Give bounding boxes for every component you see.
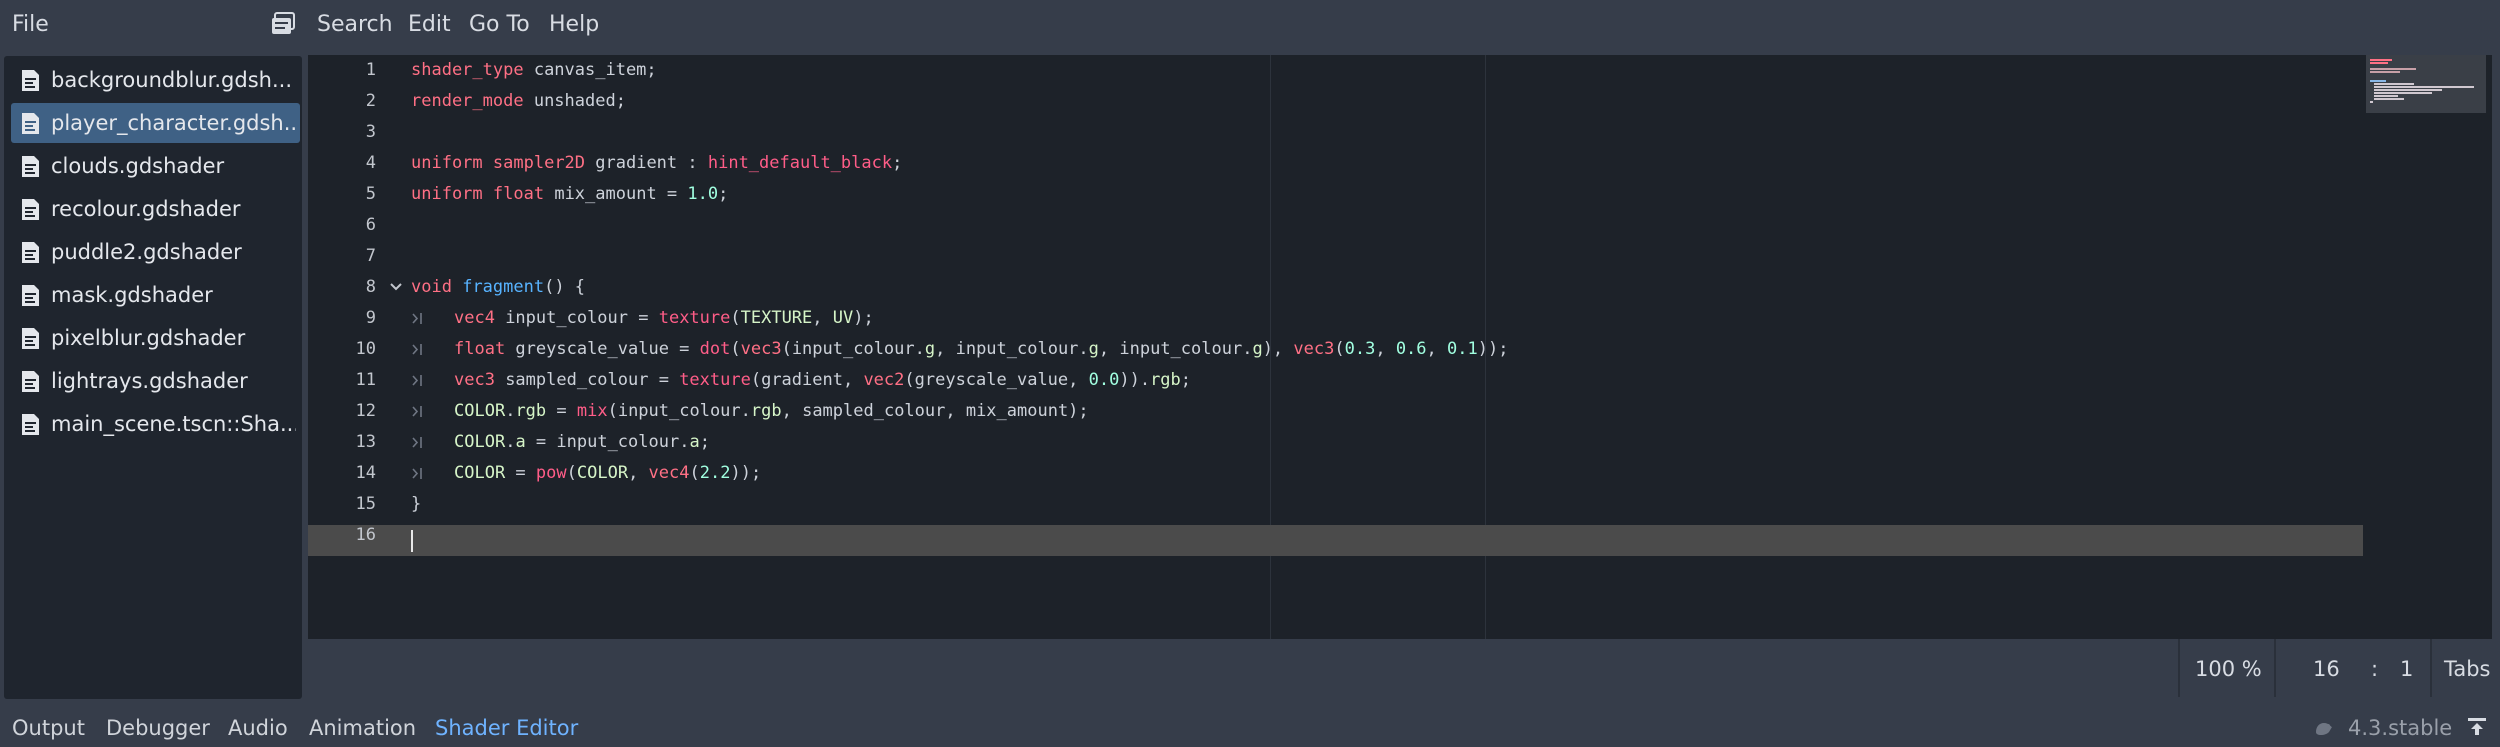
tab-audio[interactable]: Audio (228, 713, 288, 743)
menu-help[interactable]: Help (549, 10, 599, 40)
pin-panel-icon[interactable] (2466, 715, 2488, 737)
update-spinner-icon[interactable] (2313, 717, 2335, 739)
file-name: lightrays.gdshader (51, 369, 248, 393)
scripts-panel-toggle-icon[interactable] (270, 11, 296, 37)
line-number: 9 (365, 308, 376, 328)
cursor-line: 16 (2313, 657, 2340, 681)
file-name: player_character.gdsh... (51, 111, 296, 135)
tab-debugger[interactable]: Debugger (106, 713, 210, 743)
bottom-panel-tabs: Output Debugger Audio Animation Shader E… (0, 703, 2500, 747)
indent-mode[interactable]: Tabs (2444, 654, 2491, 684)
code-line: COLOR.rgb = mix(input_colour.rgb, sample… (454, 401, 1089, 421)
tab-shader-editor[interactable]: Shader Editor (435, 713, 578, 743)
file-item[interactable]: lightrays.gdshader (11, 361, 300, 401)
code-line: render_mode unshaded; (411, 91, 626, 111)
code-line: vec4 input_colour = texture(TEXTURE, UV)… (454, 308, 874, 328)
code-line: void fragment() { (411, 277, 586, 297)
code-line: vec3 sampled_colour = texture(gradient, … (454, 370, 1192, 390)
line-number: 12 (355, 401, 376, 421)
text-file-icon (21, 69, 40, 92)
file-item[interactable]: pixelblur.gdshader (11, 318, 300, 358)
file-item-selected[interactable]: player_character.gdsh... (11, 103, 300, 143)
line-number: 16 (355, 525, 376, 545)
cursor-separator: : (2371, 657, 2379, 681)
status-divider (2178, 639, 2180, 697)
tab-output[interactable]: Output (12, 713, 85, 743)
file-name: main_scene.tscn::Sha... (51, 412, 296, 436)
text-file-icon (21, 284, 40, 307)
code-editor[interactable]: 1 2 3 4 5 6 7 8 9 10 11 12 13 14 15 16 s… (308, 55, 2492, 639)
text-file-icon (21, 370, 40, 393)
file-name: puddle2.gdshader (51, 240, 242, 264)
file-item[interactable]: puddle2.gdshader (11, 232, 300, 272)
menu-edit[interactable]: Edit (408, 10, 451, 40)
line-number: 4 (365, 153, 376, 173)
text-file-icon (21, 155, 40, 178)
code-line: COLOR.a = input_colour.a; (454, 432, 710, 452)
text-caret (411, 530, 413, 552)
line-number: 8 (365, 277, 376, 297)
file-name: clouds.gdshader (51, 154, 225, 178)
line-number: 11 (355, 370, 376, 390)
file-item[interactable]: main_scene.tscn::Sha... (11, 404, 300, 444)
file-item[interactable]: recolour.gdshader (11, 189, 300, 229)
text-file-icon (21, 112, 40, 135)
zoom-level[interactable]: 100 % (2195, 654, 2262, 684)
menu-file[interactable]: File (12, 10, 49, 40)
tab-indent-icon (411, 427, 427, 458)
text-file-icon (21, 413, 40, 436)
code-line: uniform sampler2D gradient : hint_defaul… (411, 153, 903, 173)
cursor-column: 1 (2400, 657, 2414, 681)
menu-bar: File Search Edit Go To Help (0, 0, 2500, 50)
line-number: 10 (355, 339, 376, 359)
shader-file-list: backgroundblur.gdsh... player_character.… (4, 56, 302, 699)
line-number: 7 (365, 246, 376, 266)
tab-indent-icon (411, 303, 427, 334)
file-name: pixelblur.gdshader (51, 326, 246, 350)
tab-animation[interactable]: Animation (309, 713, 416, 743)
code-line: } (411, 494, 422, 514)
tab-indent-icon (411, 396, 427, 427)
line-number: 3 (365, 122, 376, 142)
line-number: 15 (355, 494, 376, 514)
text-file-icon (21, 241, 40, 264)
line-number: 13 (355, 432, 376, 452)
file-name: mask.gdshader (51, 283, 213, 307)
line-number: 6 (365, 215, 376, 235)
code-line: uniform float mix_amount = 1.0; (411, 184, 729, 204)
code-line: COLOR = pow(COLOR, vec4(2.2)); (454, 463, 762, 483)
line-number: 14 (355, 463, 376, 483)
file-name: backgroundblur.gdsh... (51, 68, 292, 92)
tab-indent-icon (411, 458, 427, 489)
current-line-highlight (308, 525, 2363, 556)
file-name: recolour.gdshader (51, 197, 241, 221)
editor-status-bar: 100 % 16 : 1 Tabs (308, 639, 2492, 699)
line-number: 1 (365, 60, 376, 80)
engine-version: 4.3.stable (2348, 716, 2453, 740)
status-divider (2430, 639, 2432, 697)
tab-indent-icon (411, 334, 427, 365)
status-divider (2274, 639, 2276, 697)
code-line: float greyscale_value = dot(vec3(input_c… (454, 339, 1509, 359)
file-item[interactable]: mask.gdshader (11, 275, 300, 315)
file-item[interactable]: clouds.gdshader (11, 146, 300, 186)
code-minimap[interactable] (2366, 55, 2486, 113)
file-item[interactable]: backgroundblur.gdsh... (11, 60, 300, 100)
code-line: shader_type canvas_item; (411, 60, 657, 80)
text-file-icon (21, 198, 40, 221)
chevron-down-icon[interactable] (388, 272, 404, 303)
menu-go-to[interactable]: Go To (469, 10, 530, 40)
text-file-icon (21, 327, 40, 350)
menu-search[interactable]: Search (317, 10, 393, 40)
tab-indent-icon (411, 365, 427, 396)
line-number: 5 (365, 184, 376, 204)
line-number: 2 (365, 91, 376, 111)
